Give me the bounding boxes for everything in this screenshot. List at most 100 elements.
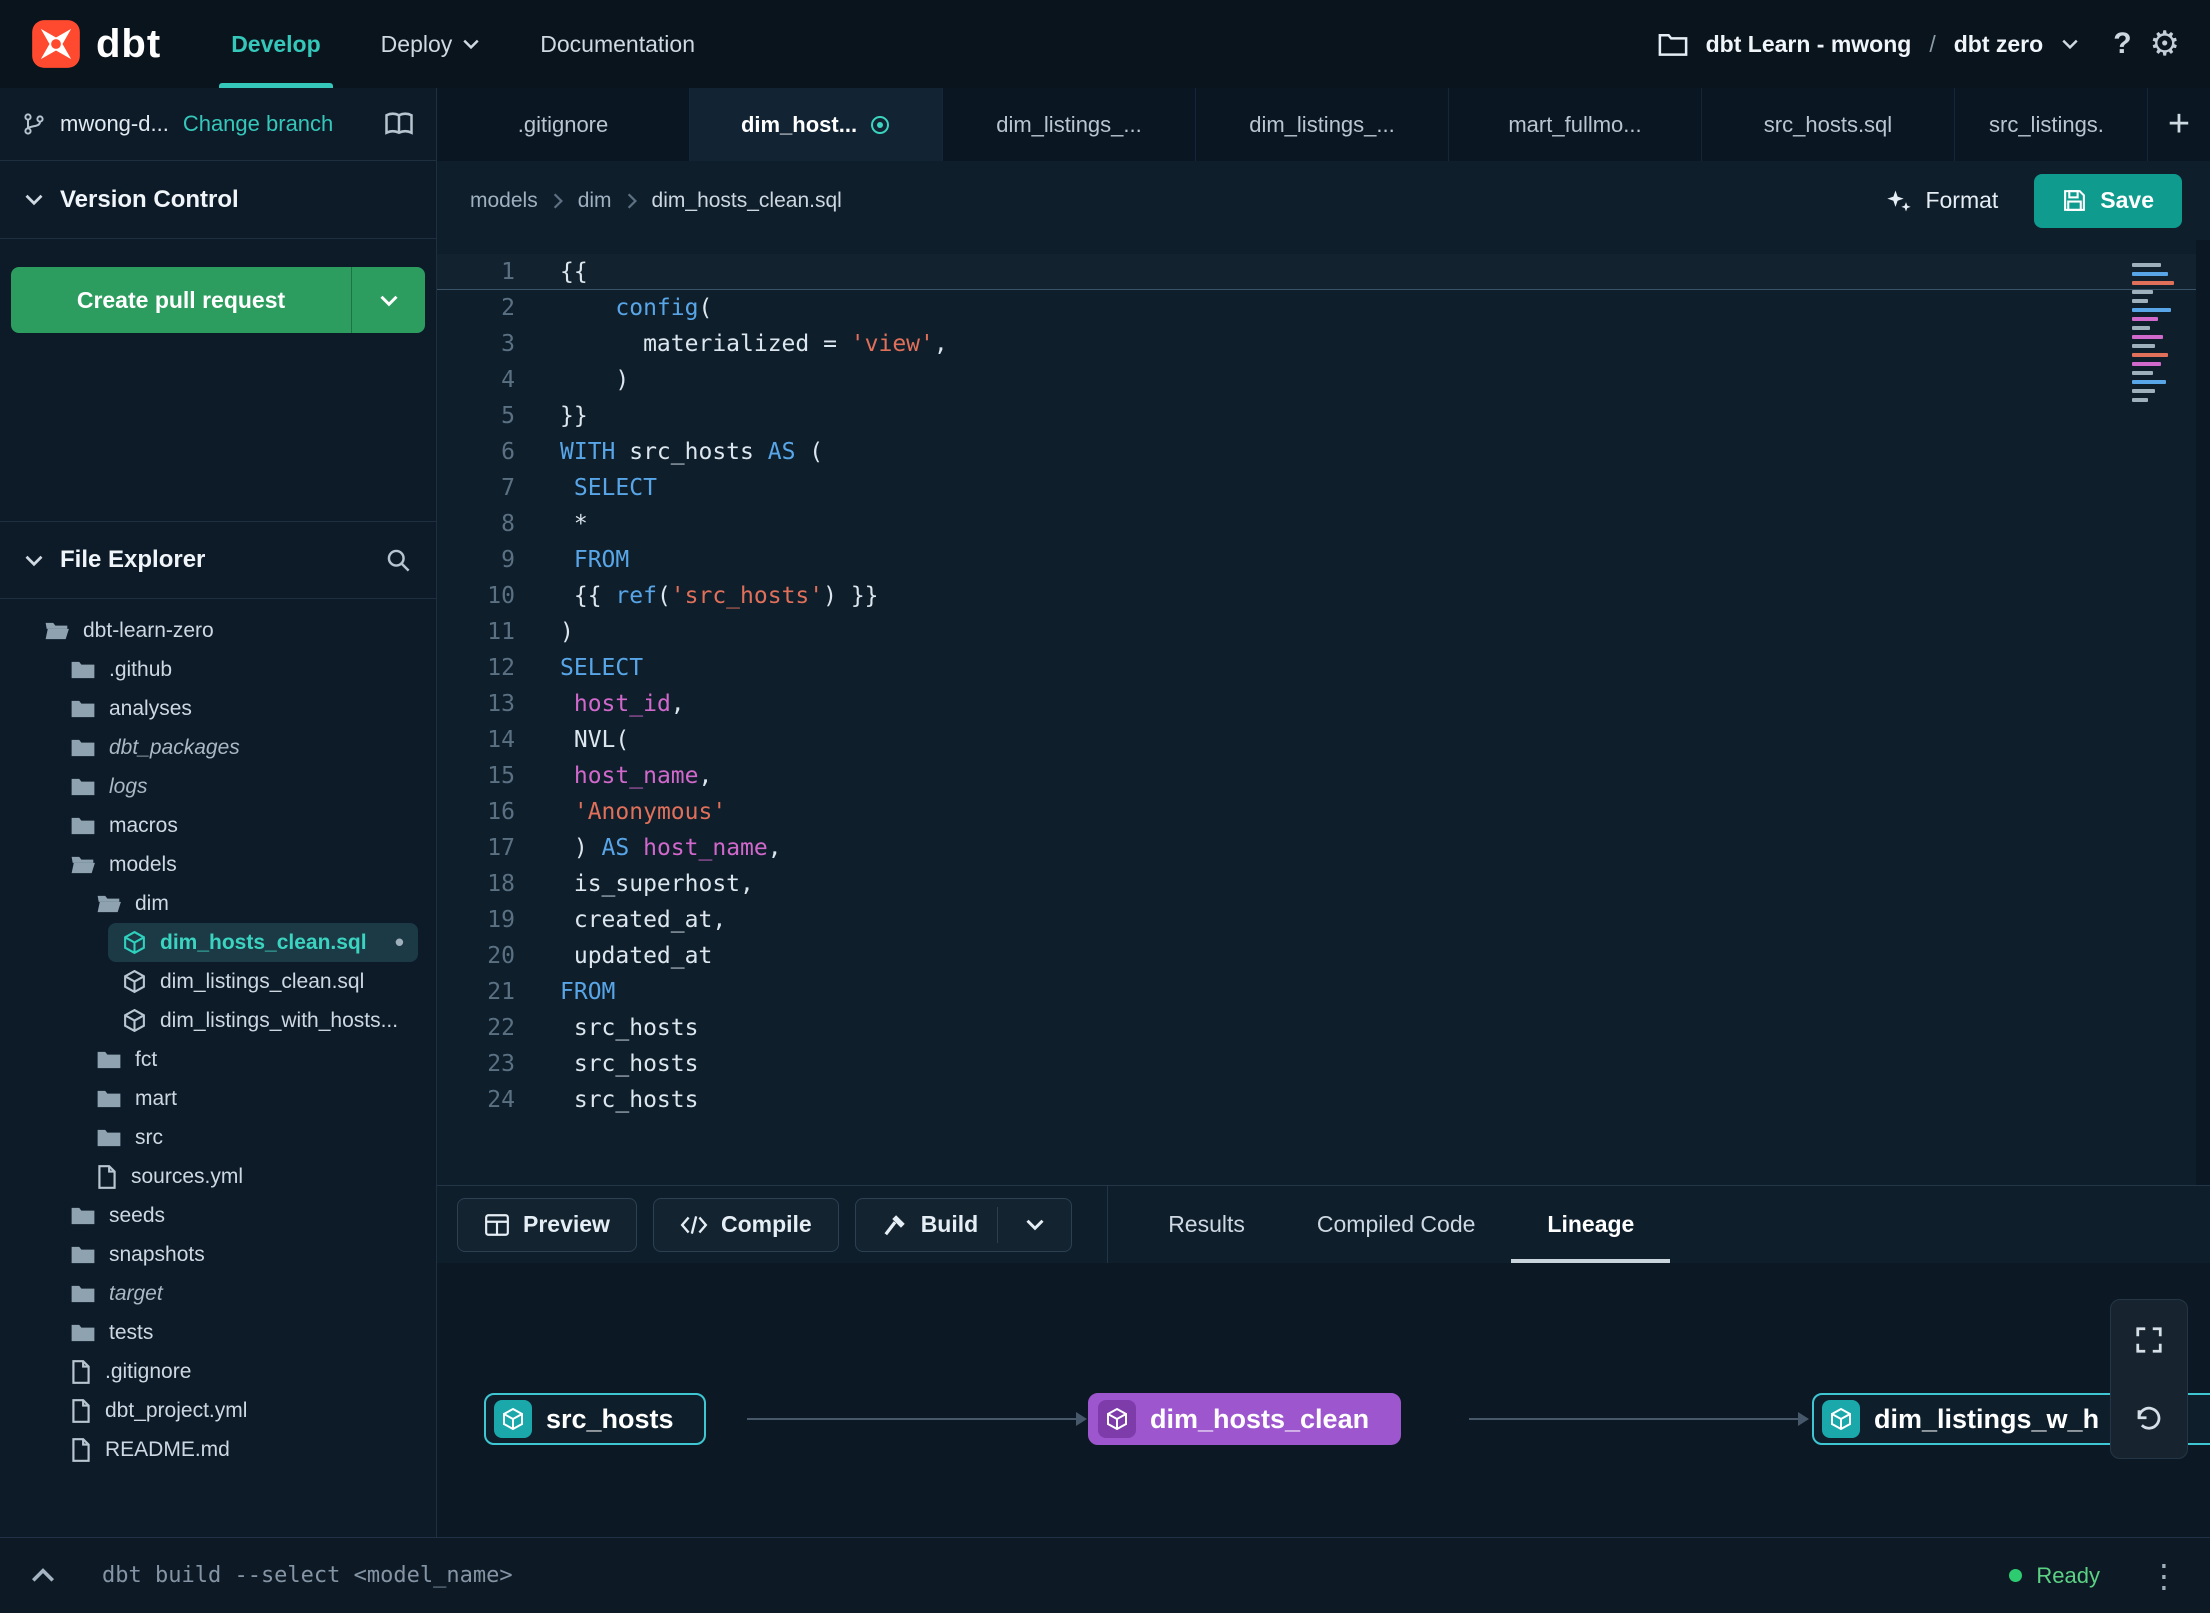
editor-scrollbar[interactable] bbox=[2196, 240, 2210, 1185]
tree-item-dbt-project-yml[interactable]: dbt_project.yml bbox=[56, 1391, 418, 1430]
code-line[interactable]: 7 SELECT bbox=[437, 470, 2210, 506]
line-number: 12 bbox=[487, 655, 515, 681]
code-line[interactable]: 6 WITH src_hosts AS ( bbox=[437, 434, 2210, 470]
nav-deploy-label: Deploy bbox=[380, 30, 453, 57]
docs-book-icon[interactable] bbox=[384, 111, 414, 137]
nav-documentation[interactable]: Documentation bbox=[510, 0, 725, 88]
tree-item-logs[interactable]: logs bbox=[56, 767, 418, 806]
command-input[interactable]: dbt build --select <model_name> bbox=[102, 1563, 513, 1588]
chevron-up-icon[interactable] bbox=[30, 1567, 56, 1584]
tree-item-seeds[interactable]: seeds bbox=[56, 1196, 418, 1235]
editor-tab[interactable]: src_listings. bbox=[1955, 88, 2148, 161]
code-line[interactable]: 12 SELECT bbox=[437, 650, 2210, 686]
code-line[interactable]: 13 host_id, bbox=[437, 686, 2210, 722]
code-line[interactable]: 22 src_hosts bbox=[437, 1010, 2210, 1046]
compile-button[interactable]: Compile bbox=[652, 1197, 839, 1252]
editor-tab[interactable]: dim_host... bbox=[690, 88, 943, 161]
code-line[interactable]: 17 ) AS host_name, bbox=[437, 830, 2210, 866]
version-control-header[interactable]: Version Control bbox=[0, 161, 436, 239]
new-tab-button[interactable]: + bbox=[2148, 88, 2210, 161]
fullscreen-icon[interactable] bbox=[2122, 1313, 2176, 1367]
lineage-node-src-hosts[interactable]: src_hosts bbox=[484, 1393, 706, 1445]
tree-item-dim-listings-clean-sql[interactable]: dim_listings_clean.sql bbox=[108, 962, 418, 1001]
format-button[interactable]: Format bbox=[1885, 187, 1998, 215]
minimap[interactable] bbox=[2132, 258, 2184, 407]
tree-item-dim-listings-with-hosts-[interactable]: dim_listings_with_hosts... bbox=[108, 1001, 418, 1040]
code-editor[interactable]: 1{{2 config(3 materialized = 'view', 4 ) 5… bbox=[437, 240, 2210, 1185]
tab-compiled-code[interactable]: Compiled Code bbox=[1281, 1186, 1512, 1263]
code-line[interactable]: 4 ) bbox=[437, 362, 2210, 398]
code-line[interactable]: 14 NVL( bbox=[437, 722, 2210, 758]
lineage-node-dim-hosts-clean[interactable]: dim_hosts_clean bbox=[1088, 1393, 1402, 1445]
line-number: 15 bbox=[487, 763, 515, 789]
tree-item-dbt-learn-zero[interactable]: dbt-learn-zero bbox=[30, 611, 418, 650]
code-line[interactable]: 11) bbox=[437, 614, 2210, 650]
environment-selector[interactable]: dbt zero bbox=[1954, 31, 2043, 58]
code-line[interactable]: 18 is_superhost, bbox=[437, 866, 2210, 902]
search-icon[interactable] bbox=[385, 547, 412, 574]
code-line[interactable]: 19 created_at, bbox=[437, 902, 2210, 938]
code-line[interactable]: 2 config( bbox=[437, 290, 2210, 326]
code-line[interactable]: 16 'Anonymous' bbox=[437, 794, 2210, 830]
tree-item-models[interactable]: models bbox=[56, 845, 418, 884]
tree-item-fct[interactable]: fct bbox=[82, 1040, 418, 1079]
code-line[interactable]: 23 src_hosts bbox=[437, 1046, 2210, 1082]
dbt-logo[interactable]: dbt bbox=[30, 18, 161, 70]
code-line[interactable]: 20 updated_at bbox=[437, 938, 2210, 974]
code-line[interactable]: 8 * bbox=[437, 506, 2210, 542]
breadcrumb-models[interactable]: models bbox=[470, 189, 538, 213]
code-text: * bbox=[560, 511, 588, 537]
code-line[interactable]: 10 {{ ref('src_hosts') }} bbox=[437, 578, 2210, 614]
nav-deploy[interactable]: Deploy bbox=[351, 0, 511, 88]
tree-item--github[interactable]: .github bbox=[56, 650, 418, 689]
lineage-panel[interactable]: src_hosts dim_hosts_clean dim_listings_w… bbox=[437, 1263, 2210, 1537]
status-dot bbox=[2009, 1569, 2023, 1582]
chevron-down-icon[interactable] bbox=[2061, 38, 2079, 50]
code-line[interactable]: 9 FROM bbox=[437, 542, 2210, 578]
nav-develop-label: Develop bbox=[231, 30, 321, 57]
create-pull-request-button[interactable]: Create pull request bbox=[11, 267, 425, 333]
project-name[interactable]: dbt Learn - mwong bbox=[1706, 31, 1912, 58]
editor-tab[interactable]: dim_listings_... bbox=[1196, 88, 1449, 161]
tree-item-macros[interactable]: macros bbox=[56, 806, 418, 845]
preview-button[interactable]: Preview bbox=[457, 1197, 637, 1252]
breadcrumb-dim[interactable]: dim bbox=[578, 189, 612, 213]
tree-item-mart[interactable]: mart bbox=[82, 1079, 418, 1118]
tree-item-dbt-packages[interactable]: dbt_packages bbox=[56, 728, 418, 767]
editor-tab[interactable]: mart_fullmo... bbox=[1449, 88, 1702, 161]
tree-item--gitignore[interactable]: .gitignore bbox=[56, 1352, 418, 1391]
tab-results[interactable]: Results bbox=[1132, 1186, 1281, 1263]
help-icon[interactable]: ? bbox=[2113, 27, 2131, 61]
folder-icon bbox=[71, 1285, 95, 1302]
kebab-menu-icon[interactable]: ⋮ bbox=[2148, 1557, 2180, 1595]
tree-item-dim-hosts-clean-sql[interactable]: dim_hosts_clean.sql • bbox=[108, 923, 418, 962]
save-button[interactable]: Save bbox=[2034, 173, 2182, 228]
tab-lineage[interactable]: Lineage bbox=[1511, 1186, 1670, 1263]
change-branch-link[interactable]: Change branch bbox=[183, 111, 333, 137]
code-line[interactable]: 1 {{ bbox=[437, 254, 2210, 290]
build-button[interactable]: Build bbox=[854, 1197, 1073, 1252]
code-line[interactable]: 5}} bbox=[437, 398, 2210, 434]
code-line[interactable]: 24 src_hosts bbox=[437, 1082, 2210, 1118]
nav-develop[interactable]: Develop bbox=[201, 0, 350, 88]
editor-tab[interactable]: dim_listings_... bbox=[943, 88, 1196, 161]
code-line[interactable]: 3 materialized = 'view', bbox=[437, 326, 2210, 362]
tree-item-snapshots[interactable]: snapshots bbox=[56, 1235, 418, 1274]
tree-item-tests[interactable]: tests bbox=[56, 1313, 418, 1352]
editor-tab[interactable]: .gitignore bbox=[437, 88, 690, 161]
code-line[interactable]: 21 FROM bbox=[437, 974, 2210, 1010]
node-label: dim_hosts_clean bbox=[1150, 1403, 1370, 1434]
reset-view-undo-icon[interactable] bbox=[2122, 1392, 2176, 1446]
file-explorer-header[interactable]: File Explorer bbox=[0, 521, 436, 599]
tree-item-dim[interactable]: dim bbox=[82, 884, 418, 923]
editor-tab[interactable]: src_hosts.sql bbox=[1702, 88, 1955, 161]
tree-item-src[interactable]: src bbox=[82, 1118, 418, 1157]
pr-dropdown-button[interactable] bbox=[351, 267, 425, 333]
build-dropdown-button[interactable] bbox=[1011, 1218, 1045, 1231]
settings-gear-icon[interactable]: ⚙ bbox=[2150, 24, 2180, 64]
tree-item-target[interactable]: target bbox=[56, 1274, 418, 1313]
tree-item-readme-md[interactable]: README.md bbox=[56, 1430, 418, 1469]
code-line[interactable]: 15 host_name, bbox=[437, 758, 2210, 794]
tree-item-sources-yml[interactable]: sources.yml bbox=[82, 1157, 418, 1196]
tree-item-analyses[interactable]: analyses bbox=[56, 689, 418, 728]
